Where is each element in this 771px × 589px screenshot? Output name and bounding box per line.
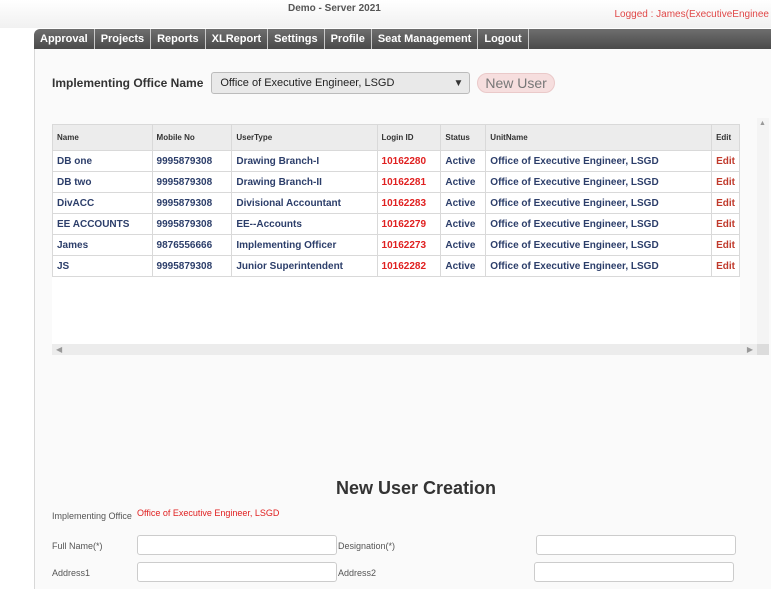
cell-status: Active (440, 213, 487, 235)
vertical-scrollbar[interactable]: ▲ ▼ (757, 118, 769, 354)
cell-usertype: Divisional Accountant (231, 192, 378, 214)
new-user-button[interactable]: New User (477, 73, 555, 93)
cell-login-id: 10162281 (376, 171, 442, 193)
cell-usertype: EE--Accounts (231, 213, 378, 235)
logged-in-user: Logged : James(ExecutiveEnginee (614, 9, 769, 20)
menu-logout[interactable]: Logout (478, 29, 529, 49)
cell-name: JS (52, 255, 153, 277)
cell-name: DB two (52, 171, 153, 193)
menu-approval[interactable]: Approval (34, 29, 95, 49)
cell-mobile: 9995879308 (151, 213, 233, 235)
main-menu: Approval Projects Reports XLReport Setti… (34, 29, 771, 49)
chevron-down-icon: ▼ (453, 77, 464, 89)
table-row: James 9876556666 Implementing Officer 10… (52, 234, 740, 256)
cell-mobile: 9995879308 (151, 150, 233, 172)
office-selector-row: Implementing Office Name Office of Execu… (52, 72, 555, 94)
cell-login-id: 10162282 (376, 255, 442, 277)
edit-link[interactable]: Edit (711, 213, 740, 235)
implementing-office-value: Office of Executive Engineer, LSGD (137, 508, 280, 518)
edit-link[interactable]: Edit (711, 171, 740, 193)
address1-input[interactable] (137, 562, 337, 582)
table-row: JS 9995879308 Junior Superintendent 1016… (52, 255, 740, 277)
address2-label: Address2 (338, 568, 377, 578)
cell-name: James (52, 234, 153, 256)
scroll-left-icon[interactable]: ◀ (56, 344, 62, 355)
col-mobile-header[interactable]: Mobile No (151, 124, 233, 151)
cell-mobile: 9995879308 (151, 255, 233, 277)
office-select[interactable]: Office of Executive Engineer, LSGD ▼ (211, 72, 471, 94)
table-row: DB one 9995879308 Drawing Branch-I 10162… (52, 150, 740, 172)
cell-status: Active (440, 192, 487, 214)
office-select-value: Office of Executive Engineer, LSGD (220, 77, 395, 89)
edit-link[interactable]: Edit (711, 150, 740, 172)
cell-usertype: Drawing Branch-I (231, 150, 378, 172)
users-table-container: Name Mobile No UserType Login ID Status … (52, 124, 740, 344)
office-label: Implementing Office Name (52, 76, 204, 90)
table-row: DB two 9995879308 Drawing Branch-II 1016… (52, 171, 740, 193)
col-edit-header: Edit (711, 124, 740, 151)
menu-reports[interactable]: Reports (151, 29, 206, 49)
scroll-up-icon[interactable]: ▲ (759, 120, 766, 127)
menu-profile[interactable]: Profile (325, 29, 372, 49)
server-label: Demo - Server 2021 (288, 3, 381, 14)
cell-login-id: 10162280 (376, 150, 442, 172)
cell-unitname: Office of Executive Engineer, LSGD (485, 213, 713, 235)
address2-input[interactable] (534, 562, 734, 582)
col-loginid-header[interactable]: Login ID (376, 124, 442, 151)
cell-usertype: Junior Superintendent (231, 255, 378, 277)
cell-unitname: Office of Executive Engineer, LSGD (485, 192, 713, 214)
col-status-header[interactable]: Status (440, 124, 487, 151)
table-row: EE ACCOUNTS 9995879308 EE--Accounts 1016… (52, 213, 740, 235)
cell-usertype: Implementing Officer (231, 234, 378, 256)
table-header-row: Name Mobile No UserType Login ID Status … (52, 124, 740, 151)
top-header: Demo - Server 2021 Logged : James(Execut… (0, 0, 771, 28)
edit-link[interactable]: Edit (711, 255, 740, 277)
cell-status: Active (440, 150, 487, 172)
cell-unitname: Office of Executive Engineer, LSGD (485, 255, 713, 277)
menu-seat-management[interactable]: Seat Management (372, 29, 479, 49)
cell-login-id: 10162273 (376, 234, 442, 256)
table-row: DivACC 9995879308 Divisional Accountant … (52, 192, 740, 214)
designation-label: Designation(*) (338, 541, 396, 551)
col-usertype-header[interactable]: UserType (231, 124, 378, 151)
cell-login-id: 10162279 (376, 213, 442, 235)
designation-input[interactable] (536, 535, 736, 555)
col-name-header[interactable]: Name (52, 124, 153, 151)
cell-unitname: Office of Executive Engineer, LSGD (485, 171, 713, 193)
cell-unitname: Office of Executive Engineer, LSGD (485, 234, 713, 256)
menu-settings[interactable]: Settings (268, 29, 325, 49)
cell-name: EE ACCOUNTS (52, 213, 153, 235)
edit-link[interactable]: Edit (711, 234, 740, 256)
menu-xlreport[interactable]: XLReport (206, 29, 269, 49)
cell-mobile: 9995879308 (151, 192, 233, 214)
scrollbar-corner (757, 344, 769, 355)
col-unitname-header[interactable]: UnitName (485, 124, 713, 151)
cell-status: Active (440, 171, 487, 193)
cell-status: Active (440, 255, 487, 277)
horizontal-scrollbar[interactable]: ◀ ▶ (52, 344, 757, 355)
cell-mobile: 9995879308 (151, 171, 233, 193)
scroll-right-icon[interactable]: ▶ (747, 344, 753, 355)
edit-link[interactable]: Edit (711, 192, 740, 214)
full-name-label: Full Name(*) (52, 541, 103, 551)
full-name-input[interactable] (137, 535, 337, 555)
new-user-creation-title: New User Creation (336, 478, 497, 498)
cell-unitname: Office of Executive Engineer, LSGD (485, 150, 713, 172)
menu-projects[interactable]: Projects (95, 29, 152, 49)
cell-status: Active (440, 234, 487, 256)
implementing-office-label: Implementing Office (52, 511, 132, 521)
cell-name: DB one (52, 150, 153, 172)
users-table: Name Mobile No UserType Login ID Status … (52, 124, 740, 277)
cell-login-id: 10162283 (376, 192, 442, 214)
cell-mobile: 9876556666 (151, 234, 233, 256)
address1-label: Address1 (52, 568, 91, 578)
cell-name: DivACC (52, 192, 153, 214)
cell-usertype: Drawing Branch-II (231, 171, 378, 193)
